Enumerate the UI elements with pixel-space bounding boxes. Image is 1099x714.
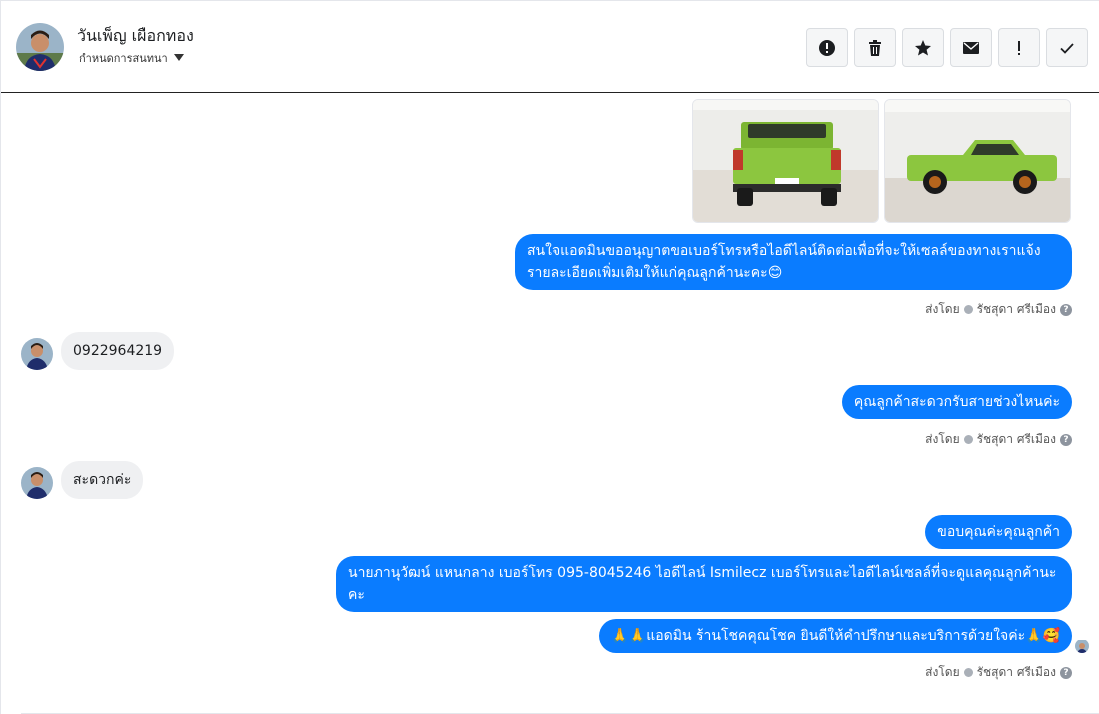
sent-by-agent[interactable]: รัชสุดา ศรีเมือง <box>977 300 1056 319</box>
assign-label: กำหนดการสนทนา <box>79 52 168 65</box>
alert-circle-icon <box>819 39 835 56</box>
outgoing-message[interactable]: นายภานุวัฒน์ แหนกลาง เบอร์โทร 095-804524… <box>336 556 1072 612</box>
caret-down-icon <box>173 53 184 64</box>
help-icon[interactable]: ? <box>1060 666 1072 679</box>
agent-status-icon <box>963 305 973 314</box>
important-button[interactable] <box>998 28 1040 67</box>
assign-conversation-dropdown[interactable]: กำหนดการสนทนา <box>79 49 184 67</box>
trash-icon <box>869 39 881 56</box>
mark-unread-button[interactable] <box>950 28 992 67</box>
sent-by-label: ส่งโดย รัชสุดา ศรีเมือง ? <box>925 430 1072 449</box>
image-attachments <box>692 99 1071 223</box>
sent-by-prefix: ส่งโดย <box>925 432 960 446</box>
message-thread[interactable]: สนใจแอดมินขออนุญาตขอเบอร์โทรหรือไอดีไลน์… <box>1 94 1099 714</box>
star-icon <box>915 39 931 55</box>
exclamation-icon <box>1018 40 1020 55</box>
help-icon[interactable]: ? <box>1060 433 1072 446</box>
checkmark-icon <box>1060 42 1074 54</box>
contact-avatar[interactable] <box>16 23 64 71</box>
star-button[interactable] <box>902 28 944 67</box>
contact-name[interactable]: วันเพ็ญ เผือกทอง <box>77 24 194 49</box>
sent-by-prefix: ส่งโดย <box>925 302 960 316</box>
agent-status-icon <box>963 435 973 444</box>
conversation-header: วันเพ็ญ เผือกทอง กำหนดการสนทนา <box>1 1 1099 93</box>
truck-side-photo[interactable] <box>884 99 1071 223</box>
outgoing-message[interactable]: 🙏🙏แอดมิน ร้านโชคคุณโชค ยินดีให้คำปรึกษาแ… <box>599 619 1072 653</box>
sent-by-label: ส่งโดย รัชสุดา ศรีเมือง ? <box>925 663 1072 682</box>
envelope-icon <box>963 41 979 54</box>
delete-button[interactable] <box>854 28 896 67</box>
report-button[interactable] <box>806 28 848 67</box>
contact-avatar-small[interactable] <box>21 338 53 370</box>
truck-rear-photo[interactable] <box>692 99 879 223</box>
outgoing-message[interactable]: สนใจแอดมินขออนุญาตขอเบอร์โทรหรือไอดีไลน์… <box>515 234 1072 290</box>
mark-done-button[interactable] <box>1046 28 1088 67</box>
sent-by-agent[interactable]: รัชสุดา ศรีเมือง <box>977 430 1056 449</box>
seen-avatar <box>1075 639 1089 653</box>
incoming-message[interactable]: 0922964219 <box>61 332 175 370</box>
conversation-actions <box>806 28 1088 67</box>
incoming-message[interactable]: สะดวกค่ะ <box>61 461 144 499</box>
sent-by-prefix: ส่งโดย <box>925 665 960 679</box>
sent-by-label: ส่งโดย รัชสุดา ศรีเมือง ? <box>925 300 1072 319</box>
outgoing-message[interactable]: ขอบคุณค่ะคุณลูกค้า <box>925 515 1072 549</box>
agent-status-icon <box>963 668 973 677</box>
outgoing-message[interactable]: คุณลูกค้าสะดวกรับสายช่วงไหนค่ะ <box>841 385 1072 419</box>
sent-by-agent[interactable]: รัชสุดา ศรีเมือง <box>977 663 1056 682</box>
messenger-conversation-window: วันเพ็ญ เผือกทอง กำหนดการสนทนา สนใจแอดมิ… <box>0 0 1099 714</box>
help-icon[interactable]: ? <box>1060 303 1072 316</box>
contact-avatar-small[interactable] <box>21 467 53 499</box>
